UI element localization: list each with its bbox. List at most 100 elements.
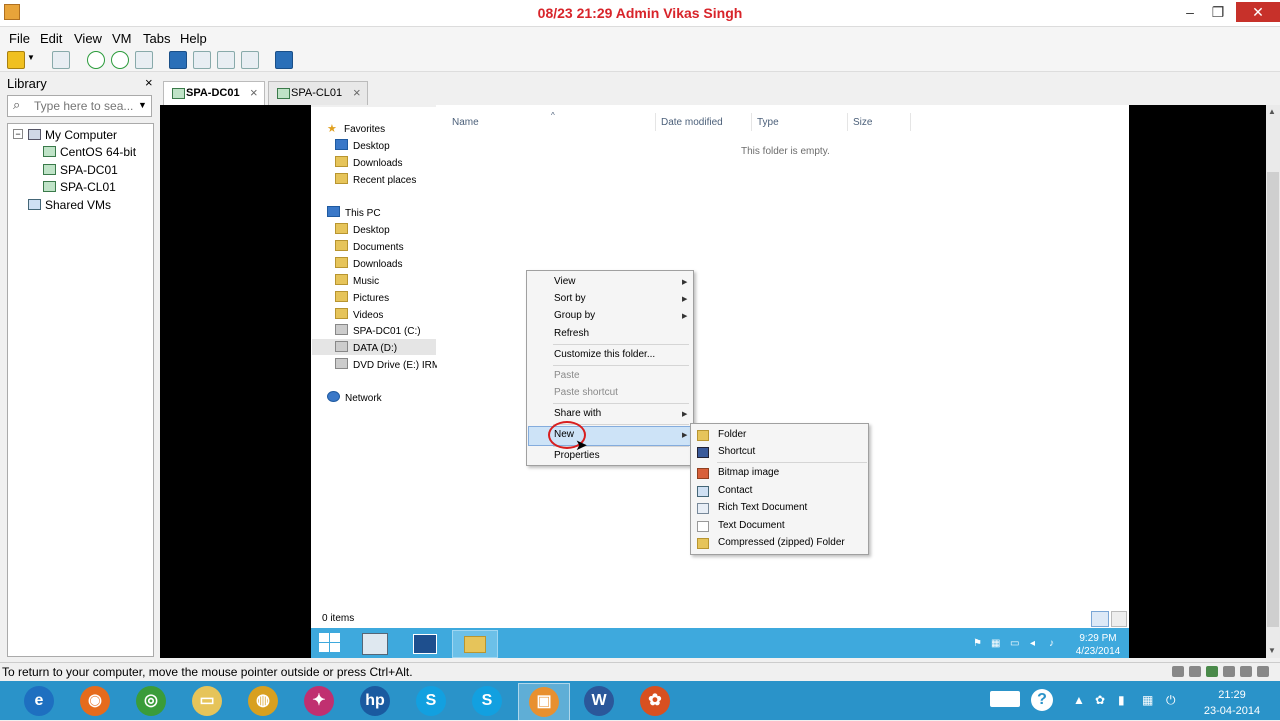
details-view-icon[interactable] xyxy=(1091,611,1109,627)
media-player-icon[interactable]: ◍ xyxy=(238,683,288,719)
tree-shared-vms[interactable]: Shared VMs xyxy=(28,198,111,212)
column-date-modified[interactable]: Date modified xyxy=(661,117,723,128)
column-type[interactable]: Type xyxy=(757,117,779,128)
column-divider[interactable] xyxy=(655,113,656,131)
menu-view[interactable]: View xyxy=(74,31,102,46)
nav-pc-drive-c[interactable]: SPA-DC01 (C:) xyxy=(335,324,421,337)
menu-item-share-with[interactable]: Share with xyxy=(554,408,601,419)
menu-help[interactable]: Help xyxy=(180,31,207,46)
snapshot-icon[interactable] xyxy=(87,51,105,69)
menu-tabs[interactable]: Tabs xyxy=(143,31,170,46)
new-shortcut[interactable]: Shortcut xyxy=(718,446,755,457)
pause-icon[interactable] xyxy=(7,51,25,69)
hard-disk-icon[interactable] xyxy=(1172,666,1184,677)
volume-icon[interactable]: ◂ xyxy=(1030,638,1035,649)
network-icon[interactable]: ▦ xyxy=(991,638,1000,649)
tree-my-computer[interactable]: My Computer xyxy=(28,128,117,142)
scrollbar-thumb[interactable] xyxy=(1267,172,1279,627)
tree-vm-spa-dc01[interactable]: SPA-DC01 xyxy=(43,163,118,177)
new-contact[interactable]: Contact xyxy=(718,485,752,496)
nav-pc-desktop[interactable]: Desktop xyxy=(335,223,390,236)
nav-pc-drive-d[interactable]: DATA (D:) xyxy=(335,341,397,354)
close-button[interactable]: ✕ xyxy=(1236,2,1280,22)
console-view-icon[interactable] xyxy=(275,51,293,69)
display-device-icon[interactable] xyxy=(1257,666,1269,677)
scroll-down-icon[interactable]: ▼ xyxy=(1268,646,1276,655)
sound-card-icon[interactable] xyxy=(1240,666,1252,677)
power-icon[interactable]: ⏻ xyxy=(1166,693,1176,708)
column-name[interactable]: Name xyxy=(452,117,479,128)
large-icons-view-icon[interactable] xyxy=(1111,611,1127,627)
host-clock[interactable]: 21:29 23-04-2014 xyxy=(1192,687,1272,719)
nav-fav-desktop[interactable]: Desktop xyxy=(335,139,390,152)
menu-item-sort-by[interactable]: Sort by xyxy=(554,293,586,304)
powershell-icon[interactable] xyxy=(413,634,437,654)
help-icon[interactable]: ? xyxy=(1031,689,1053,711)
paint-icon[interactable]: ✦ xyxy=(294,683,344,719)
network-adapter-icon[interactable] xyxy=(1206,666,1218,677)
unity-icon[interactable] xyxy=(241,51,259,69)
chevron-down-icon[interactable]: ▼ xyxy=(138,100,147,110)
minimize-button[interactable]: – xyxy=(1176,2,1204,22)
firefox-icon[interactable]: ◉ xyxy=(70,683,120,719)
ie-icon[interactable]: e xyxy=(14,683,64,719)
network-icon[interactable]: ▦ xyxy=(1142,693,1153,707)
snapshot-manager-icon[interactable] xyxy=(135,51,153,69)
menu-item-refresh[interactable]: Refresh xyxy=(554,328,589,339)
flag-icon[interactable]: ⚑ xyxy=(973,638,982,649)
new-folder[interactable]: Folder xyxy=(718,429,746,440)
thumbnail-bar-icon[interactable] xyxy=(193,51,211,69)
nav-pc-music[interactable]: Music xyxy=(335,274,379,287)
nav-pc-downloads[interactable]: Downloads xyxy=(335,257,402,270)
library-close-icon[interactable]: × xyxy=(145,75,153,90)
library-search-input[interactable] xyxy=(32,97,136,115)
tab-close-icon[interactable]: × xyxy=(250,85,258,100)
skype-icon[interactable]: S xyxy=(406,683,456,719)
nav-pc-pictures[interactable]: Pictures xyxy=(335,291,389,304)
full-screen-icon[interactable] xyxy=(217,51,235,69)
nav-pc-documents[interactable]: Documents xyxy=(335,240,404,253)
revert-snapshot-icon[interactable] xyxy=(111,51,129,69)
chevron-down-icon[interactable]: ▼ xyxy=(27,53,35,62)
battery-icon[interactable]: ▮ xyxy=(1118,693,1125,707)
nav-favorites[interactable]: ★ Favorites xyxy=(327,122,385,135)
menu-item-view[interactable]: View xyxy=(554,276,576,287)
tree-vm-spa-cl01[interactable]: SPA-CL01 xyxy=(43,180,116,194)
nav-fav-downloads[interactable]: Downloads xyxy=(335,156,402,169)
speaker-icon[interactable]: ♪ xyxy=(1049,638,1054,649)
app-tray-icon[interactable]: ✿ xyxy=(1095,693,1105,707)
display-icon[interactable]: ▭ xyxy=(1010,638,1019,649)
column-divider[interactable] xyxy=(910,113,911,131)
new-bitmap-image[interactable]: Bitmap image xyxy=(718,467,779,478)
game-icon[interactable]: ✿ xyxy=(630,683,680,719)
vmware-icon[interactable]: ▣ xyxy=(518,683,570,721)
file-explorer-icon[interactable]: ▭ xyxy=(182,683,232,719)
new-rich-text-document[interactable]: Rich Text Document xyxy=(718,502,807,513)
new-compressed-folder[interactable]: Compressed (zipped) Folder xyxy=(718,537,845,548)
cd-drive-icon[interactable] xyxy=(1189,666,1201,677)
menu-file[interactable]: File xyxy=(9,31,30,46)
taskbar-file-explorer[interactable] xyxy=(452,630,498,658)
nav-this-pc[interactable]: This PC xyxy=(327,206,381,219)
nav-pc-videos[interactable]: Videos xyxy=(335,308,383,321)
column-size[interactable]: Size xyxy=(853,117,872,128)
column-divider[interactable] xyxy=(751,113,752,131)
tab-spa-cl01[interactable]: SPA-CL01 × xyxy=(268,81,368,106)
nav-fav-recent[interactable]: Recent places xyxy=(335,173,416,186)
chrome-icon[interactable]: ◎ xyxy=(126,683,176,719)
hp-icon[interactable]: hp xyxy=(350,683,400,719)
menu-vm[interactable]: VM xyxy=(112,31,132,46)
nav-pc-dvd-drive[interactable]: DVD Drive (E:) IRM_S xyxy=(335,358,437,371)
guest-clock[interactable]: 9:29 PM 4/23/2014 xyxy=(1073,632,1123,658)
tab-spa-dc01[interactable]: SPA-DC01 × xyxy=(163,81,265,106)
scroll-up-icon[interactable]: ▲ xyxy=(1268,107,1276,116)
usb-icon[interactable] xyxy=(1223,666,1235,677)
nav-network[interactable]: Network xyxy=(327,391,382,404)
column-divider[interactable] xyxy=(847,113,848,131)
skype-icon[interactable]: S xyxy=(462,683,512,719)
menu-item-group-by[interactable]: Group by xyxy=(554,310,595,321)
menu-item-customize[interactable]: Customize this folder... xyxy=(554,349,655,360)
word-icon[interactable]: W xyxy=(574,683,624,719)
show-library-icon[interactable] xyxy=(169,51,187,69)
tree-vm-centos[interactable]: CentOS 64-bit xyxy=(43,145,136,159)
